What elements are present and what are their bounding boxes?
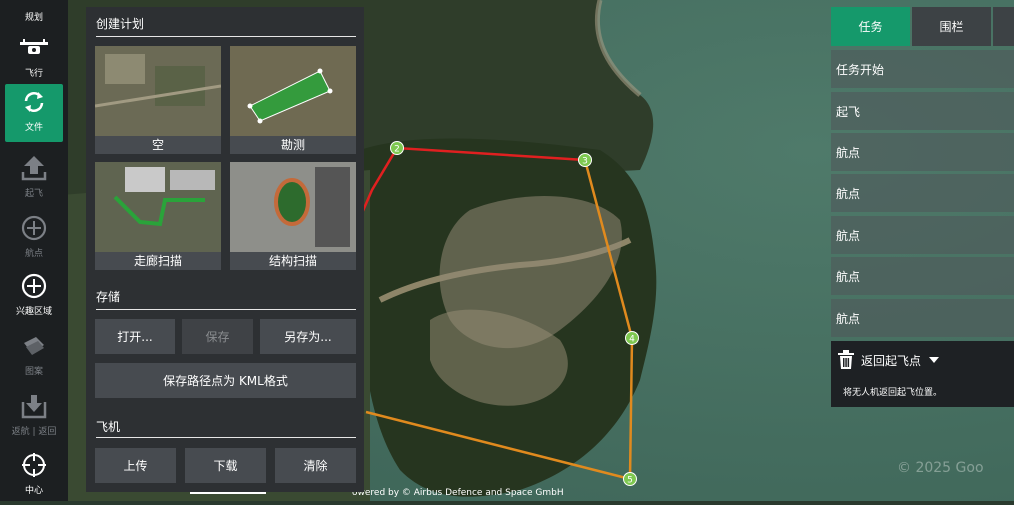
pattern-icon xyxy=(19,331,49,361)
plan-panel: 创建计划 空 勘测 走廊扫描 结构扫描 存储 打开... 保存 另存为... 保… xyxy=(86,7,364,492)
sync-icon xyxy=(19,87,49,117)
waypoint-marker[interactable]: 4 xyxy=(625,331,639,345)
toolbar-waypoint-button[interactable]: 航点 xyxy=(5,210,63,268)
template-empty[interactable]: 空 xyxy=(95,46,221,154)
toolbar-takeoff-label: 起飞 xyxy=(24,189,43,199)
template-structure-label: 结构扫描 xyxy=(230,252,356,270)
template-corridor-scan[interactable]: 走廊扫描 xyxy=(95,162,221,270)
toolbar-roi-button[interactable]: 兴趣区域 xyxy=(5,268,63,326)
vehicle-title: 飞机 xyxy=(96,420,121,434)
toolbar-fly-label: 飞行 xyxy=(24,69,43,79)
mission-item-waypoint[interactable]: 航点 xyxy=(831,133,1014,171)
toolbar-fly-button[interactable]: 飞行 xyxy=(5,30,63,88)
plus-circle-icon xyxy=(19,271,49,301)
template-survey-label: 勘测 xyxy=(230,136,356,154)
trash-icon[interactable] xyxy=(837,350,855,374)
drone-icon xyxy=(19,33,49,63)
storage-divider xyxy=(96,309,356,310)
mission-item-return-to-launch[interactable]: 返回起飞点 将无人机返回起飞位置。 xyxy=(831,341,1014,407)
template-corridor-image xyxy=(95,162,221,252)
mission-panel: 任务 围栏 任务开始 起飞 航点 航点 航点 航点 航点 返回起飞点 将无人机返… xyxy=(831,7,1014,407)
toolbar-pattern-label: 图案 xyxy=(24,367,43,377)
tab-geofence[interactable]: 围栏 xyxy=(912,7,991,46)
map-attribution: owered by © Airbus Defence and Space Gmb… xyxy=(352,488,564,498)
vehicle-divider xyxy=(96,437,356,438)
save-as-button[interactable]: 另存为... xyxy=(260,319,356,354)
toolbar-takeoff-button[interactable]: 起飞 xyxy=(5,150,63,208)
toolbar-center-button[interactable]: 中心 xyxy=(5,447,63,505)
rtl-title: 返回起飞点 xyxy=(861,354,922,368)
return-icon xyxy=(19,391,49,421)
takeoff-icon xyxy=(19,153,49,183)
mission-item-waypoint[interactable]: 航点 xyxy=(831,299,1014,337)
tab-mission[interactable]: 任务 xyxy=(831,7,910,46)
create-plan-divider xyxy=(96,36,356,37)
template-corridor-label: 走廊扫描 xyxy=(95,252,221,270)
chevron-down-icon[interactable] xyxy=(929,357,939,363)
template-structure-image xyxy=(230,162,356,252)
waypoint-marker[interactable]: 3 xyxy=(578,153,592,167)
clear-button[interactable]: 清除 xyxy=(275,448,356,483)
toolbar-return-button[interactable]: 返航 | 返回 xyxy=(5,388,63,446)
waypoint-label: 5 xyxy=(627,476,633,486)
rtl-description: 将无人机返回起飞位置。 xyxy=(843,388,943,398)
mission-item-waypoint[interactable]: 航点 xyxy=(831,216,1014,254)
waypoint-marker[interactable]: 5 xyxy=(623,472,637,486)
toolbar-roi-label: 兴趣区域 xyxy=(15,307,52,317)
toolbar-waypoint-label: 航点 xyxy=(24,249,43,259)
waypoint-label: 2 xyxy=(394,145,400,155)
template-survey[interactable]: 勘测 xyxy=(230,46,356,154)
create-plan-title: 创建计划 xyxy=(96,17,145,31)
waypoint-marker[interactable]: 2 xyxy=(390,141,404,155)
storage-title: 存储 xyxy=(96,290,121,304)
toolbar-pattern-button[interactable]: 图案 xyxy=(5,328,63,386)
open-button[interactable]: 打开... xyxy=(95,319,175,354)
mission-item-waypoint[interactable]: 航点 xyxy=(831,257,1014,295)
save-kml-button[interactable]: 保存路径点为 KML格式 xyxy=(95,363,356,398)
plus-circle-icon xyxy=(19,213,49,243)
crosshair-icon xyxy=(19,450,49,480)
download-button[interactable]: 下载 xyxy=(185,448,266,483)
upload-button[interactable]: 上传 xyxy=(95,448,176,483)
plan-toolbar: 规划 飞行 文件 起飞 航点 兴趣区域 图案 返航 | 返回 中心 xyxy=(0,0,68,501)
mission-item-takeoff[interactable]: 起飞 xyxy=(831,92,1014,130)
toolbar-return-label: 返航 | 返回 xyxy=(11,427,57,437)
mission-item-waypoint[interactable]: 航点 xyxy=(831,174,1014,212)
toolbar-file-button[interactable]: 文件 xyxy=(5,84,63,142)
template-empty-image xyxy=(95,46,221,136)
save-button[interactable]: 保存 xyxy=(182,319,253,354)
waypoint-label: 3 xyxy=(582,157,588,167)
toolbar-file-label: 文件 xyxy=(24,123,43,133)
plan-view-label: 规划 xyxy=(24,13,43,23)
template-survey-image xyxy=(230,46,356,136)
mission-item-start[interactable]: 任务开始 xyxy=(831,50,1014,88)
template-structure-scan[interactable]: 结构扫描 xyxy=(230,162,356,270)
map-watermark: © 2025 Goo xyxy=(897,460,984,476)
tab-more[interactable] xyxy=(993,7,1014,46)
template-empty-label: 空 xyxy=(95,136,221,154)
waypoint-label: 4 xyxy=(629,335,635,345)
toolbar-center-label: 中心 xyxy=(24,486,43,496)
